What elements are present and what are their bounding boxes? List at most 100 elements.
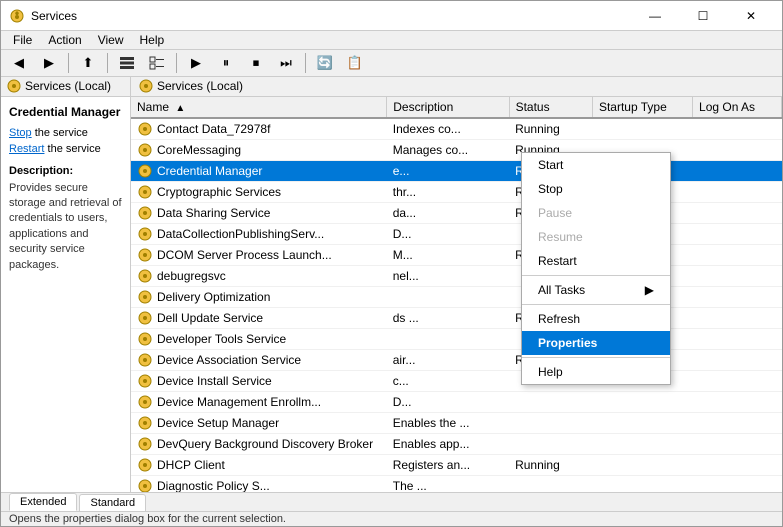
table-row[interactable]: Data Sharing Service da...Running xyxy=(131,202,782,223)
service-logon xyxy=(693,139,782,160)
table-row[interactable]: Device Management Enrollm... D... xyxy=(131,391,782,412)
service-name: DHCP Client xyxy=(157,458,225,472)
context-menu-separator xyxy=(522,275,670,276)
tabs-bar: Extended Standard xyxy=(1,492,782,511)
title-bar-title: Services xyxy=(31,9,632,23)
toolbar-up[interactable]: ⬆ xyxy=(74,50,102,76)
table-row[interactable]: Device Association Service air...Running xyxy=(131,349,782,370)
maximize-button[interactable]: ☐ xyxy=(680,1,726,31)
toolbar-pause[interactable]: ⏸ xyxy=(212,50,240,76)
table-row[interactable]: Device Setup Manager Enables the ... xyxy=(131,412,782,433)
context-menu-item-all-tasks[interactable]: All Tasks▶ xyxy=(522,278,670,302)
context-menu-item-restart[interactable]: Restart xyxy=(522,249,670,273)
toolbar-sep-1 xyxy=(68,53,69,73)
menu-action[interactable]: Action xyxy=(40,31,89,49)
title-bar: Services — ☐ ✕ xyxy=(1,1,782,31)
service-startup xyxy=(592,475,692,492)
toolbar-properties[interactable]: 📋 xyxy=(341,50,369,76)
tab-extended[interactable]: Extended xyxy=(9,493,77,511)
right-panel-header: Services (Local) xyxy=(131,77,782,96)
col-header-name[interactable]: Name ▲ xyxy=(131,97,387,118)
service-logon xyxy=(693,349,782,370)
status-bar: Opens the properties dialog box for the … xyxy=(1,511,782,526)
close-button[interactable]: ✕ xyxy=(728,1,774,31)
service-status xyxy=(509,412,592,433)
menu-view[interactable]: View xyxy=(90,31,132,49)
service-logon xyxy=(693,433,782,454)
service-icon xyxy=(137,310,153,326)
table-row[interactable]: Delivery Optimization xyxy=(131,286,782,307)
table-row[interactable]: debugregsvc nel... xyxy=(131,265,782,286)
table-row[interactable]: CoreMessaging Manages co...Running xyxy=(131,139,782,160)
col-header-startup[interactable]: Startup Type xyxy=(592,97,692,118)
service-logon xyxy=(693,328,782,349)
table-row[interactable]: Diagnostic Policy S... The ... xyxy=(131,475,782,492)
toolbar-stop[interactable]: ⏹ xyxy=(242,50,270,76)
service-icon xyxy=(137,289,153,305)
table-row[interactable]: Credential Manager e...Running xyxy=(131,160,782,181)
service-desc: Enables app... xyxy=(387,433,509,454)
service-desc xyxy=(387,286,509,307)
context-menu-item-start[interactable]: Start xyxy=(522,153,670,177)
toolbar-show-hide[interactable] xyxy=(113,50,141,76)
service-name: Diagnostic Policy S... xyxy=(157,479,270,492)
toolbar-sep-2 xyxy=(107,53,108,73)
service-icon xyxy=(137,163,153,179)
service-name: DevQuery Background Discovery Broker xyxy=(157,437,373,451)
context-menu-item-stop[interactable]: Stop xyxy=(522,177,670,201)
table-row[interactable]: Contact Data_72978f Indexes co...Running xyxy=(131,118,782,140)
context-menu-item-refresh[interactable]: Refresh xyxy=(522,307,670,331)
menu-file[interactable]: File xyxy=(5,31,40,49)
menu-help[interactable]: Help xyxy=(132,31,173,49)
service-name: Delivery Optimization xyxy=(157,290,270,304)
services-local-icon xyxy=(7,79,21,93)
toolbar-sep-3 xyxy=(176,53,177,73)
context-menu-separator xyxy=(522,357,670,358)
service-desc: The ... xyxy=(387,475,509,492)
toolbar-refresh[interactable]: 🔄 xyxy=(311,50,339,76)
table-row[interactable]: Cryptographic Services thr...Running xyxy=(131,181,782,202)
table-row[interactable]: Dell Update Service ds ...Running xyxy=(131,307,782,328)
submenu-arrow: ▶ xyxy=(645,283,654,297)
context-menu-item-pause: Pause xyxy=(522,201,670,225)
service-desc: Manages co... xyxy=(387,139,509,160)
service-desc: ds ... xyxy=(387,307,509,328)
col-header-status[interactable]: Status xyxy=(509,97,592,118)
service-desc: Enables the ... xyxy=(387,412,509,433)
col-header-desc[interactable]: Description xyxy=(387,97,509,118)
right-panel-header-text: Services (Local) xyxy=(157,79,243,93)
toolbar-restart[interactable]: ⏭ xyxy=(272,50,300,76)
service-name: Developer Tools Service xyxy=(157,332,286,346)
minimize-button[interactable]: — xyxy=(632,1,678,31)
table-row[interactable]: DataCollectionPublishingServ... D... xyxy=(131,223,782,244)
toolbar-back[interactable]: ◀ xyxy=(5,50,33,76)
left-panel-header-text: Services (Local) xyxy=(25,79,111,93)
title-bar-controls: — ☐ ✕ xyxy=(632,1,774,31)
tab-standard[interactable]: Standard xyxy=(79,494,146,511)
service-icon xyxy=(137,394,153,410)
toolbar-forward[interactable]: ▶ xyxy=(35,50,63,76)
table-row[interactable]: Developer Tools Service xyxy=(131,328,782,349)
col-header-logon[interactable]: Log On As xyxy=(693,97,782,118)
service-logon xyxy=(693,370,782,391)
service-icon xyxy=(137,247,153,263)
service-desc: e... xyxy=(387,160,509,181)
table-row[interactable]: DHCP Client Registers an...Running xyxy=(131,454,782,475)
services-table[interactable]: Name ▲ Description Status Startup Type L… xyxy=(131,97,782,492)
service-name: Contact Data_72978f xyxy=(157,122,270,136)
stop-link[interactable]: Stop xyxy=(9,127,32,139)
context-menu-item-resume: Resume xyxy=(522,225,670,249)
service-name: Device Association Service xyxy=(157,353,301,367)
toolbar-play[interactable]: ▶ xyxy=(182,50,210,76)
stop-suffix: the service xyxy=(32,127,88,139)
service-status: Running xyxy=(509,118,592,140)
table-row[interactable]: DCOM Server Process Launch... M...Runnin… xyxy=(131,244,782,265)
context-menu-item-help[interactable]: Help xyxy=(522,360,670,384)
context-menu-item-properties[interactable]: Properties xyxy=(522,331,670,355)
table-row[interactable]: Device Install Service c... xyxy=(131,370,782,391)
table-row[interactable]: DevQuery Background Discovery Broker Ena… xyxy=(131,433,782,454)
service-logon xyxy=(693,118,782,140)
restart-link[interactable]: Restart xyxy=(9,143,44,155)
toolbar-details[interactable] xyxy=(143,50,171,76)
service-logon xyxy=(693,244,782,265)
